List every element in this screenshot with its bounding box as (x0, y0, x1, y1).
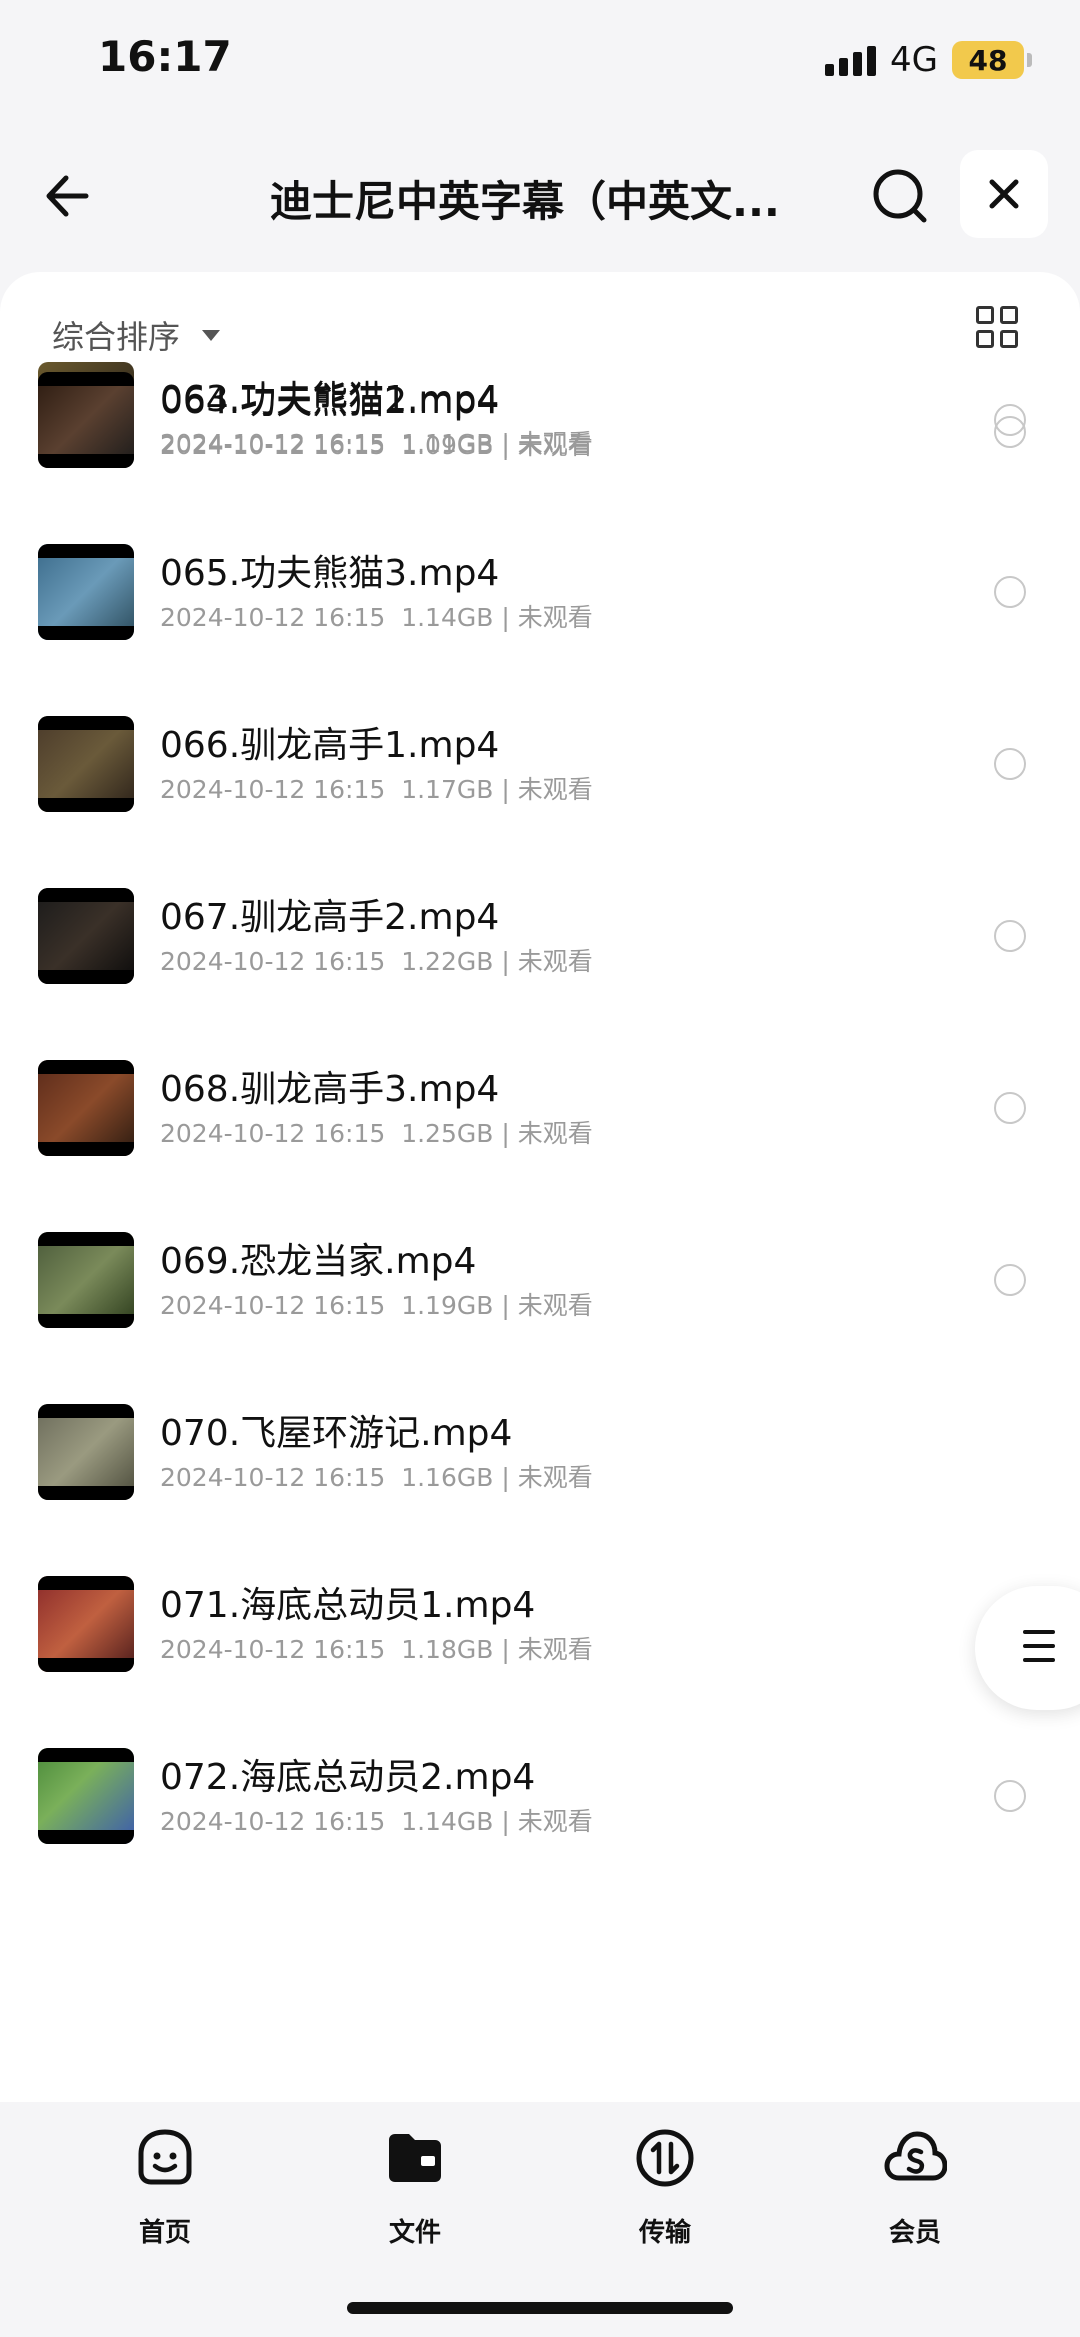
file-row[interactable]: 072.海底总动员2.mp4 2024-10-12 16:15 1.14GB | … (0, 1730, 1080, 1880)
file-meta: 2024-10-12 16:15 1.25GB | 未观看 (160, 1119, 593, 1148)
home-indicator (347, 2302, 733, 2314)
file-meta: 2024-10-12 16:15 1.14GB | 未观看 (160, 1807, 593, 1836)
video-thumbnail (38, 544, 134, 640)
file-name: 067.驯龙高手2.mp4 (160, 897, 500, 938)
select-radio[interactable] (994, 1780, 1026, 1812)
select-radio[interactable] (994, 404, 1026, 436)
select-radio[interactable] (994, 748, 1026, 780)
file-meta: 2024-10-12 16:15 1.18GB | 未观看 (160, 1635, 593, 1664)
nav-member[interactable]: 会员 (840, 2126, 990, 2248)
folder-icon (389, 2134, 441, 2182)
bottom-nav: 首页 文件 传输 会员 (0, 2102, 1080, 2337)
battery-icon: 48 (952, 41, 1032, 79)
file-meta: 2024-10-12 16:15 1.16GB | 未观看 (160, 1463, 593, 1492)
status-bar: 16:17 4G 48 (0, 0, 1080, 120)
grid-icon (976, 306, 994, 324)
file-name: 065.功夫熊猫3.mp4 (160, 553, 500, 594)
cloud-icon (884, 2131, 947, 2181)
nav-transfer-label: 传输 (638, 2218, 691, 2248)
transfer-icon (636, 2129, 694, 2187)
file-name: 069.恐龙当家.mp4 (160, 1241, 477, 1282)
search-icon (873, 169, 927, 223)
signal-icon (825, 44, 877, 76)
nav-files-label: 文件 (388, 2218, 441, 2248)
nav-home-label: 首页 (138, 2218, 191, 2248)
menu-icon (1023, 1630, 1055, 1634)
video-thumbnail (38, 716, 134, 812)
file-meta: 2024-10-12 16:15 1.17GB | 未观看 (160, 775, 593, 804)
video-thumbnail (38, 1748, 134, 1844)
sort-dropdown[interactable]: 综合排序 (52, 310, 221, 360)
video-thumbnail (38, 1404, 134, 1500)
file-row[interactable]: 068.驯龙高手3.mp4 2024-10-12 16:15 1.25GB | 未… (0, 1042, 1080, 1192)
close-icon (989, 179, 1019, 209)
nav-transfer[interactable]: 传输 (590, 2126, 740, 2248)
video-thumbnail (38, 1576, 134, 1672)
nav-files[interactable]: 文件 (340, 2126, 490, 2248)
select-radio[interactable] (994, 1264, 1026, 1296)
file-meta: 2024-10-12 16:15 1.22GB | 未观看 (160, 947, 593, 976)
file-row[interactable]: 066.驯龙高手1.mp4 2024-10-12 16:15 1.17GB | 未… (0, 698, 1080, 848)
file-name: 066.驯龙高手1.mp4 (160, 725, 500, 766)
select-radio[interactable] (994, 920, 1026, 952)
file-row[interactable]: 064.功夫熊猫2.mp4 2024-10-12 16:15 1.09GB | 未… (0, 354, 1080, 504)
header: 迪士尼中英字幕（中英文... (0, 140, 1080, 250)
back-button[interactable] (36, 160, 108, 232)
search-button[interactable] (862, 158, 938, 234)
video-thumbnail (38, 888, 134, 984)
nav-member-label: 会员 (888, 2218, 941, 2248)
file-name: 068.驯龙高手3.mp4 (160, 1069, 500, 1110)
select-radio[interactable] (994, 1092, 1026, 1124)
file-name: 064.功夫熊猫2.mp4 (160, 381, 500, 422)
file-meta: 2024-10-12 16:15 1.14GB | 未观看 (160, 603, 593, 632)
video-thumbnail (38, 1232, 134, 1328)
video-thumbnail (38, 372, 134, 468)
file-row[interactable]: 069.恐龙当家.mp4 2024-10-12 16:15 1.19GB | 未观… (0, 1214, 1080, 1364)
close-button[interactable] (960, 150, 1048, 238)
arrow-left-icon (46, 175, 89, 217)
file-meta: 2024-10-12 16:15 1.09GB | 未观看 (160, 431, 593, 460)
status-indicators: 4G 48 (825, 38, 1032, 82)
file-row[interactable]: 067.驯龙高手2.mp4 2024-10-12 16:15 1.22GB | 未… (0, 870, 1080, 1020)
select-radio[interactable] (994, 576, 1026, 608)
file-name: 071.海底总动员1.mp4 (160, 1585, 536, 1626)
status-time: 16:17 (98, 32, 232, 81)
smile-face-icon (138, 2129, 192, 2185)
file-row[interactable]: 070.飞屋环游记.mp4 2024-10-12 16:15 1.16GB | 未… (0, 1386, 1080, 1536)
file-row[interactable]: 065.功夫熊猫3.mp4 2024-10-12 16:15 1.14GB | 未… (0, 526, 1080, 676)
sort-label: 综合排序 (52, 318, 181, 356)
file-name: 070.飞屋环游记.mp4 (160, 1413, 513, 1454)
network-type: 4G (890, 40, 938, 80)
page-title: 迪士尼中英字幕（中英文... (270, 177, 780, 226)
grid-view-button[interactable] (976, 306, 1022, 352)
file-name: 072.海底总动员2.mp4 (160, 1757, 536, 1798)
nav-home[interactable]: 首页 (90, 2126, 240, 2248)
file-row[interactable]: 071.海底总动员1.mp4 2024-10-12 16:15 1.18GB | … (0, 1558, 1080, 1708)
video-thumbnail (38, 1060, 134, 1156)
caret-down-icon (202, 329, 221, 341)
file-meta: 2024-10-12 16:15 1.19GB | 未观看 (160, 1291, 593, 1320)
